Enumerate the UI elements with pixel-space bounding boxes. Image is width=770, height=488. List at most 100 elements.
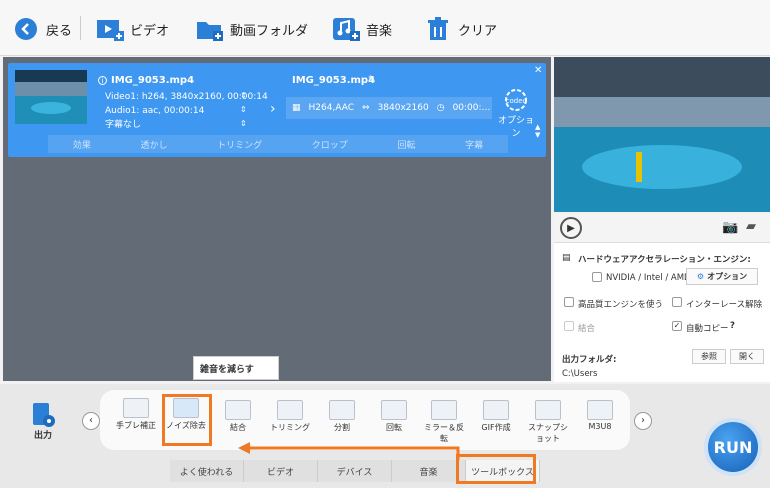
tool-rotate[interactable]: 回転 bbox=[374, 400, 414, 433]
add-video-button[interactable]: ビデオ bbox=[96, 14, 169, 44]
video-thumbnail bbox=[15, 70, 87, 124]
tooltip: 雑音を減らす bbox=[193, 356, 279, 380]
output-file-name[interactable]: IMG_9053.mp4 bbox=[292, 75, 375, 86]
resolution-value: 3840x2160 bbox=[377, 103, 429, 113]
trim-tool[interactable]: トリミング bbox=[217, 138, 262, 151]
trash-icon bbox=[424, 15, 452, 43]
deinterlace-checkbox[interactable] bbox=[672, 297, 682, 307]
resolution-icon: ⇔ bbox=[362, 103, 370, 113]
rotate-icon bbox=[381, 400, 407, 420]
snapshot-icon bbox=[535, 400, 561, 420]
output-button[interactable]: 出力 bbox=[26, 402, 60, 441]
browse-button[interactable]: 参照 bbox=[692, 349, 726, 364]
edit-name-icon[interactable]: ✎ bbox=[368, 75, 376, 85]
tool-trim-label: トリミング bbox=[270, 423, 310, 432]
codec-options-button[interactable]: codec オプション bbox=[496, 87, 536, 139]
task-item[interactable]: i IMG_9053.mp4 Video1: h264, 3840x2160, … bbox=[8, 63, 546, 157]
video-add-icon bbox=[96, 15, 124, 43]
toolbar: 戻る ビデオ 動画フォルダ 音楽 クリア bbox=[0, 0, 770, 56]
task-edit-tools: 効果 透かし トリミング クロップ 回転 字幕 bbox=[48, 135, 508, 153]
subtitle-select-icon[interactable]: ⇕ bbox=[240, 119, 247, 128]
output-path[interactable]: C:\Users bbox=[562, 369, 597, 379]
autocopy-label: 自動コピー bbox=[686, 324, 729, 334]
back-button[interactable]: 戻る bbox=[12, 14, 72, 44]
nvidia-label: NVIDIA / Intel / AMD bbox=[606, 273, 691, 283]
deinterlace-label: インターレース解除 bbox=[686, 300, 763, 310]
split-icon bbox=[329, 400, 355, 420]
merge-checkbox[interactable] bbox=[564, 321, 574, 331]
info-icon[interactable]: i bbox=[98, 76, 107, 85]
play-button[interactable]: ▶ bbox=[560, 217, 582, 239]
gear-icon: ⚙ bbox=[696, 272, 705, 281]
source-file-name: IMG_9053.mp4 bbox=[111, 75, 195, 86]
hw-accel-icon: ▤ bbox=[562, 253, 571, 263]
tool-stabilize[interactable]: 手ブレ補正 bbox=[116, 398, 156, 431]
audio-track-select-icon[interactable]: ⇕ bbox=[240, 105, 247, 114]
hq-engine-label: 高品質エンジンを使う bbox=[578, 300, 664, 310]
tab-video[interactable]: ビデオ bbox=[244, 460, 318, 482]
settings-panel: ▤ ハードウェアアクセラレーション・エンジン: NVIDIA / Intel /… bbox=[554, 242, 770, 382]
folder-open-icon[interactable]: ▰ bbox=[746, 219, 756, 234]
codec-value: H264,AAC bbox=[308, 103, 355, 113]
hq-engine-checkbox[interactable] bbox=[564, 297, 574, 307]
close-icon[interactable]: ✕ bbox=[534, 65, 542, 76]
tool-snapshot-label: スナップショット bbox=[528, 423, 568, 443]
video-track-select-icon[interactable]: ⇕ bbox=[240, 91, 247, 100]
tool-m3u8[interactable]: M3U8 bbox=[580, 400, 620, 431]
tool-merge[interactable]: 結合 bbox=[218, 400, 258, 433]
rotate-tool[interactable]: 回転 bbox=[397, 138, 415, 151]
move-up-icon[interactable]: ▲ bbox=[535, 123, 540, 131]
task-list-area: i IMG_9053.mp4 Video1: h264, 3840x2160, … bbox=[3, 57, 551, 381]
scroll-right-button[interactable]: › bbox=[634, 412, 652, 430]
denoise-highlight bbox=[162, 394, 212, 446]
add-music-button[interactable]: 音楽 bbox=[332, 14, 392, 44]
tool-merge-label: 結合 bbox=[230, 423, 246, 432]
tool-split-label: 分割 bbox=[334, 423, 350, 432]
video-label: ビデオ bbox=[130, 23, 170, 39]
effect-tool[interactable]: 効果 bbox=[73, 138, 91, 151]
output-label: 出力 bbox=[33, 431, 52, 441]
autocopy-checkbox[interactable]: ✓ bbox=[672, 321, 682, 331]
help-icon[interactable]: ? bbox=[730, 321, 735, 331]
tool-snapshot[interactable]: スナップショット bbox=[528, 400, 568, 444]
film-icon: ▦ bbox=[292, 103, 301, 113]
scissors-icon bbox=[277, 400, 303, 420]
add-folder-button[interactable]: 動画フォルダ bbox=[196, 14, 308, 44]
tool-gif-label: GIF作成 bbox=[481, 423, 511, 432]
tool-mirror[interactable]: ミラー＆反転 bbox=[424, 400, 464, 444]
run-button[interactable]: RUN bbox=[704, 418, 762, 476]
clock-icon: ◷ bbox=[436, 103, 445, 113]
output-format-bar[interactable]: ▦ H264,AAC ⇔ 3840x2160 ◷ 00:00:… bbox=[286, 97, 492, 119]
watermark-tool[interactable]: 透かし bbox=[140, 138, 167, 151]
gopro-icon bbox=[123, 398, 149, 418]
tab-device[interactable]: デバイス bbox=[318, 460, 392, 482]
preview-controls: ▶ 📷 ▰ bbox=[554, 214, 770, 242]
clear-button[interactable]: クリア bbox=[424, 14, 497, 44]
output-folder-label: 出力フォルダ: bbox=[562, 355, 617, 365]
camera-icon[interactable]: 📷 bbox=[722, 220, 738, 235]
hw-accel-title: ハードウェアアクセラレーション・エンジン: bbox=[578, 255, 751, 265]
tool-m3u8-label: M3U8 bbox=[588, 422, 612, 431]
gif-icon bbox=[483, 400, 509, 420]
tool-gif[interactable]: GIF作成 bbox=[476, 400, 516, 433]
toolbox-highlight bbox=[456, 454, 536, 484]
folder-add-icon bbox=[196, 15, 224, 43]
tool-split[interactable]: 分割 bbox=[322, 400, 362, 433]
folder-label: 動画フォルダ bbox=[230, 23, 309, 39]
hw-option-label: オプション bbox=[707, 272, 748, 281]
crop-tool[interactable]: クロップ bbox=[312, 138, 348, 151]
tool-trim[interactable]: トリミング bbox=[270, 400, 310, 433]
hw-option-button[interactable]: ⚙ オプション bbox=[686, 268, 758, 285]
tool-rotate-label: 回転 bbox=[386, 423, 402, 432]
tab-popular[interactable]: よく使われる bbox=[170, 460, 244, 482]
clear-label: クリア bbox=[458, 23, 498, 39]
duration-value: 00:00:… bbox=[452, 103, 491, 113]
tab-music[interactable]: 音楽 bbox=[392, 460, 466, 482]
scroll-left-button[interactable]: ‹ bbox=[82, 412, 100, 430]
nvidia-checkbox[interactable] bbox=[592, 272, 602, 282]
video-preview bbox=[554, 57, 770, 212]
move-down-icon[interactable]: ▼ bbox=[535, 131, 540, 139]
subtitle-tool[interactable]: 字幕 bbox=[465, 138, 483, 151]
svg-text:codec: codec bbox=[506, 97, 527, 105]
open-folder-button[interactable]: 開く bbox=[730, 349, 764, 364]
